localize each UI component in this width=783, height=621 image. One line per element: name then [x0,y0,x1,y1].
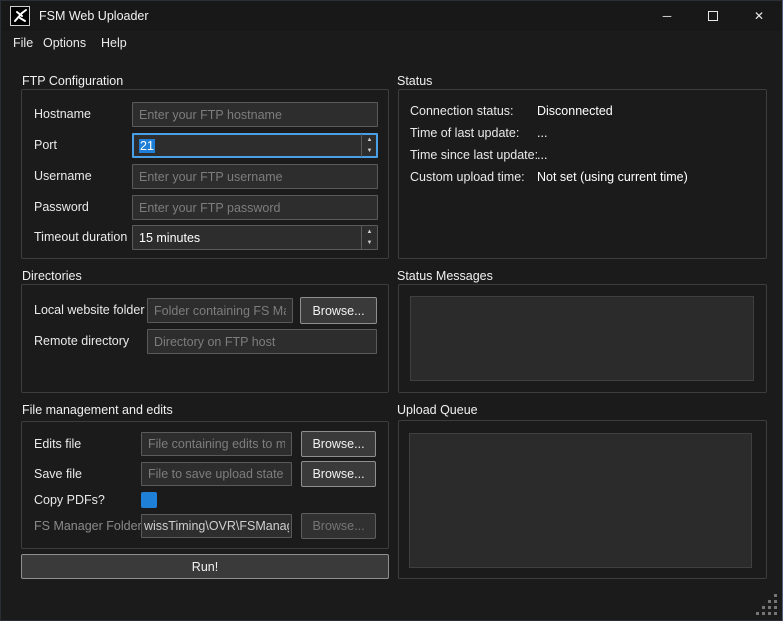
maximize-button[interactable] [690,1,736,31]
copy-pdfs-label: Copy PDFs? [34,488,105,513]
timeout-spinner[interactable]: ▲ ▼ [361,226,377,249]
copy-pdfs-checkbox[interactable] [141,492,157,508]
edits-file-input[interactable] [141,432,292,456]
remote-directory-input[interactable] [147,329,377,354]
timeout-duration-value: 15 minutes [139,231,200,245]
app-icon [10,6,30,26]
fs-manager-folder-input [141,514,292,538]
file-management-title: File management and edits [22,403,173,417]
window-title: FSM Web Uploader [39,1,149,31]
title-bar: FSM Web Uploader ─ ✕ [1,1,782,31]
connection-status-value: Disconnected [537,104,613,118]
close-button[interactable]: ✕ [736,1,782,31]
upload-queue-group [398,420,767,579]
port-spin-down-icon[interactable]: ▼ [362,146,377,158]
username-input[interactable] [132,164,378,189]
status-messages-list[interactable] [410,296,754,381]
edits-file-browse-button[interactable]: Browse... [301,431,376,457]
username-label: Username [34,164,92,189]
fs-manager-folder-label: FS Manager Folder [34,514,142,539]
password-label: Password [34,195,89,220]
save-file-label: Save file [34,462,82,487]
save-file-input[interactable] [141,462,292,486]
port-label: Port [34,133,57,158]
maximize-icon [708,11,718,21]
status-group: Connection status: Disconnected Time of … [398,89,767,259]
time-since-last-update-value: ... [537,148,547,162]
port-input[interactable]: 21 ▲ ▼ [132,133,378,158]
connection-status-label: Connection status: [410,104,514,118]
status-title: Status [397,74,432,88]
timeout-duration-label: Timeout duration [34,225,127,250]
password-input[interactable] [132,195,378,220]
ftp-configuration-group: Hostname Port 21 ▲ ▼ Username Password T… [21,89,389,259]
port-value-selected: 21 [139,139,155,153]
menu-help[interactable]: Help [99,31,129,55]
port-spin-up-icon[interactable]: ▲ [362,134,377,146]
upload-queue-title: Upload Queue [397,403,478,417]
time-of-last-update-value: ... [537,126,547,140]
fs-manager-folder-browse-button: Browse... [301,513,376,539]
port-spinner[interactable]: ▲ ▼ [361,134,377,157]
status-messages-group [398,284,767,393]
fsm-web-uploader-window: FSM Web Uploader ─ ✕ File Options Help F… [0,0,783,621]
hostname-input[interactable] [132,102,378,127]
time-since-last-update-label: Time since last update: [410,148,538,162]
menu-file[interactable]: File [11,31,35,55]
local-website-folder-input[interactable] [147,298,293,323]
file-management-group: Edits file Browse... Save file Browse...… [21,421,389,549]
edits-file-label: Edits file [34,432,81,457]
upload-queue-list[interactable] [409,433,752,568]
remote-directory-label: Remote directory [34,329,129,354]
status-messages-title: Status Messages [397,269,493,283]
directories-group: Local website folder Browse... Remote di… [21,284,389,393]
custom-upload-time-value: Not set (using current time) [537,170,688,184]
run-button[interactable]: Run! [21,554,389,579]
ftp-configuration-title: FTP Configuration [22,74,123,88]
minimize-button[interactable]: ─ [644,1,690,31]
hostname-label: Hostname [34,102,91,127]
local-website-folder-label: Local website folder [34,298,144,323]
timeout-spin-up-icon[interactable]: ▲ [362,226,377,238]
menu-options[interactable]: Options [41,31,88,55]
timeout-duration-input[interactable]: 15 minutes ▲ ▼ [132,225,378,250]
local-website-folder-browse-button[interactable]: Browse... [300,297,377,324]
save-file-browse-button[interactable]: Browse... [301,461,376,487]
timeout-spin-down-icon[interactable]: ▼ [362,238,377,250]
custom-upload-time-label: Custom upload time: [410,170,525,184]
directories-title: Directories [22,269,82,283]
menu-bar: File Options Help [1,31,782,55]
time-of-last-update-label: Time of last update: [410,126,519,140]
resize-grip-icon[interactable] [755,593,779,617]
